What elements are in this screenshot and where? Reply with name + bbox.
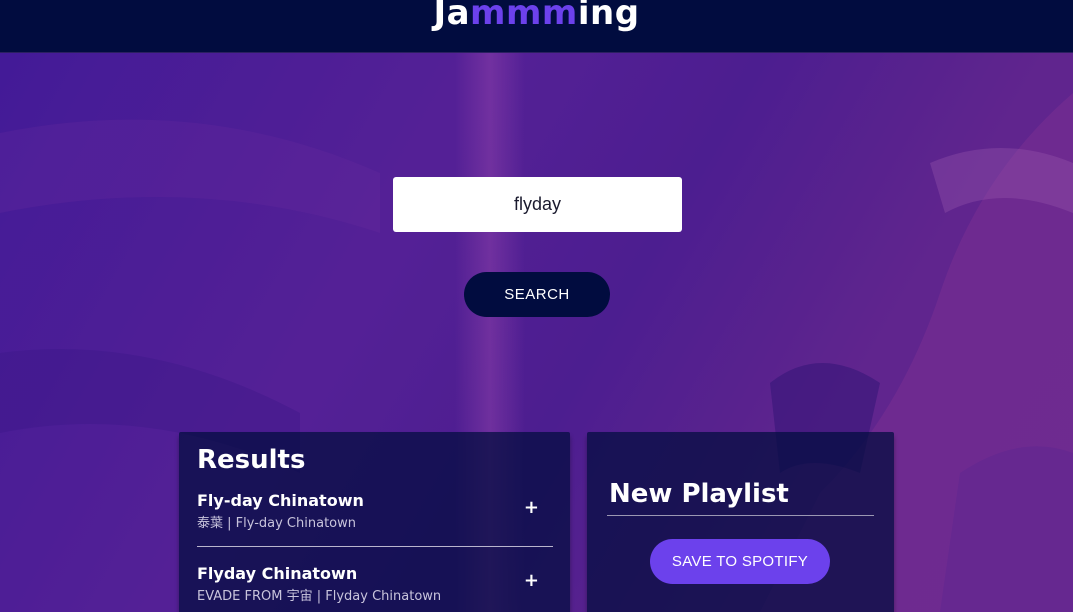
logo-suffix: ing (577, 0, 640, 33)
logo-prefix: Ja (433, 0, 471, 33)
playlist-panel: SAVE TO SPOTIFY (587, 432, 894, 612)
track-artist-album: 泰葉 | Fly-day Chinatown (197, 516, 356, 531)
jammming-app: Jammming SEARCH Results Fly (0, 0, 1073, 612)
search-input[interactable] (393, 177, 682, 232)
playlist-name-input[interactable] (607, 472, 874, 516)
save-to-spotify-button[interactable]: SAVE TO SPOTIFY (650, 539, 830, 584)
add-track-button[interactable]: + (524, 497, 539, 518)
track-artist-album: EVADE FROM 宇宙 | Flyday Chinatown (197, 589, 442, 604)
track-divider (197, 546, 553, 547)
app-logo: Jammming (433, 0, 639, 33)
search-button[interactable]: SEARCH (464, 272, 610, 317)
track-list-item: Flyday Chinatown EVADE FROM 宇宙 | Flyday … (197, 564, 553, 604)
track-list-item: Fly-day Chinatown 泰葉 | Fly-day Chinatown… (197, 491, 553, 531)
logo-highlight: mmm (470, 0, 578, 33)
track-name: Fly-day Chinatown (197, 491, 364, 510)
results-title: Results (197, 445, 306, 475)
results-panel: Results Fly-day Chinatown 泰葉 | Fly-day C… (179, 432, 570, 612)
top-bar: Jammming (0, 0, 1073, 53)
track-name: Flyday Chinatown (197, 564, 358, 583)
add-track-button[interactable]: + (524, 570, 539, 591)
